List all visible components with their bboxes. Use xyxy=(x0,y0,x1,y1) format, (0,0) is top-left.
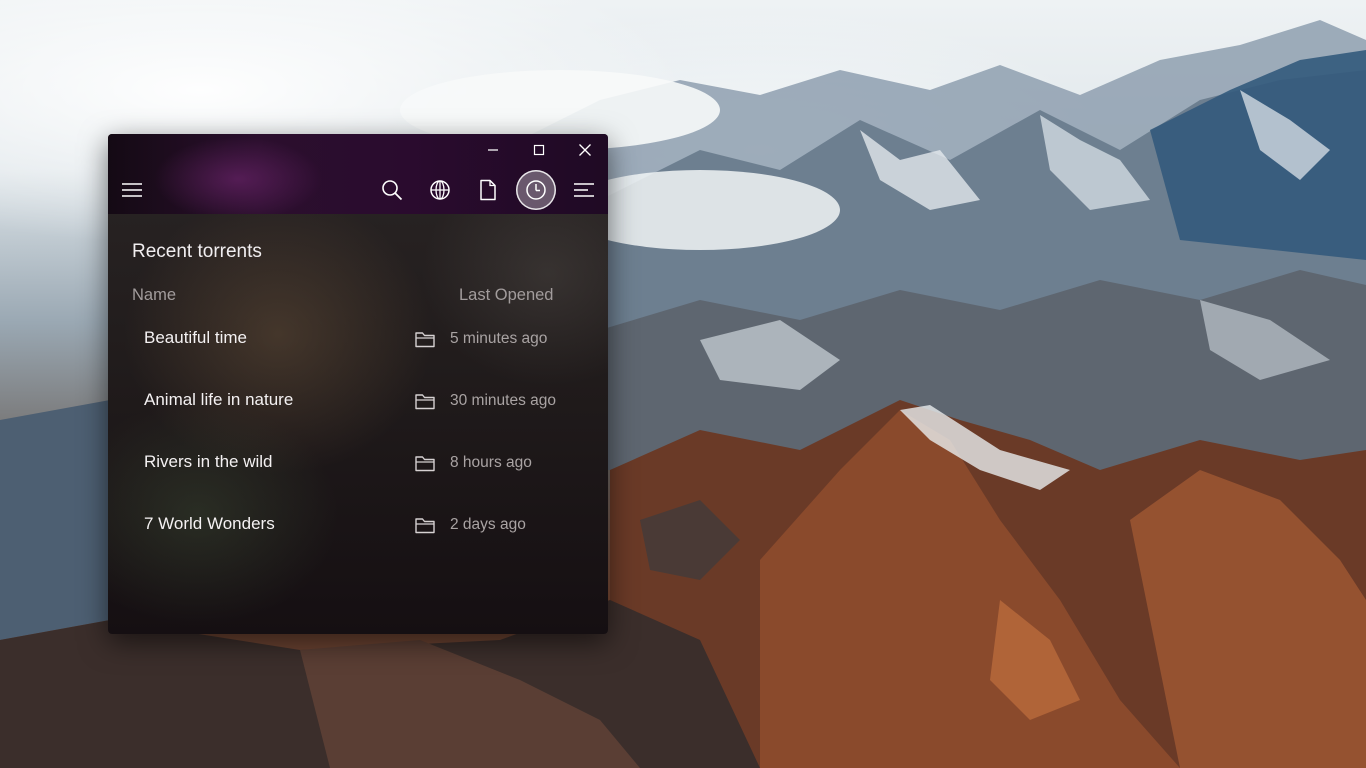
column-header-name[interactable]: Name xyxy=(132,286,176,305)
list-item[interactable]: Rivers in the wild 8 hours ago xyxy=(124,438,594,490)
folder-icon[interactable] xyxy=(414,453,436,473)
list-item[interactable]: Beautiful time 5 minutes ago xyxy=(124,314,594,366)
torrent-name: Animal life in nature xyxy=(144,390,294,409)
search-icon xyxy=(382,180,403,201)
globe-icon xyxy=(430,180,450,200)
file-icon xyxy=(480,179,496,201)
maximize-button[interactable] xyxy=(516,134,562,166)
minimize-icon xyxy=(488,149,498,151)
last-opened-time: 30 minutes ago xyxy=(450,392,556,409)
open-file-button[interactable] xyxy=(468,170,508,210)
app-window: Recent torrents Name Last Opened Beautif… xyxy=(108,134,608,634)
web-search-button[interactable] xyxy=(420,170,460,210)
list-item[interactable]: Animal life in nature 30 minutes ago xyxy=(124,376,594,428)
list-icon xyxy=(574,183,594,197)
last-opened-time: 8 hours ago xyxy=(450,454,532,471)
torrent-name: 7 World Wonders xyxy=(144,514,275,533)
search-button[interactable] xyxy=(372,170,412,210)
menu-button[interactable] xyxy=(112,170,152,210)
last-opened-time: 5 minutes ago xyxy=(450,330,548,347)
sort-button[interactable] xyxy=(564,170,604,210)
recent-button[interactable] xyxy=(516,170,556,210)
last-opened-time: 2 days ago xyxy=(450,516,526,533)
close-icon xyxy=(579,144,591,156)
clock-icon xyxy=(526,180,546,200)
torrent-name: Beautiful time xyxy=(144,328,247,347)
list-item[interactable]: 7 World Wonders 2 days ago xyxy=(124,500,594,552)
folder-icon[interactable] xyxy=(414,391,436,411)
close-button[interactable] xyxy=(562,134,608,166)
column-header-last-opened[interactable]: Last Opened xyxy=(459,286,554,305)
page-title: Recent torrents xyxy=(132,241,262,262)
hamburger-icon xyxy=(122,183,142,197)
minimize-button[interactable] xyxy=(470,134,516,166)
title-bar xyxy=(108,134,608,214)
folder-icon[interactable] xyxy=(414,515,436,535)
maximize-icon xyxy=(533,144,545,156)
torrent-name: Rivers in the wild xyxy=(144,452,273,471)
folder-icon[interactable] xyxy=(414,329,436,349)
